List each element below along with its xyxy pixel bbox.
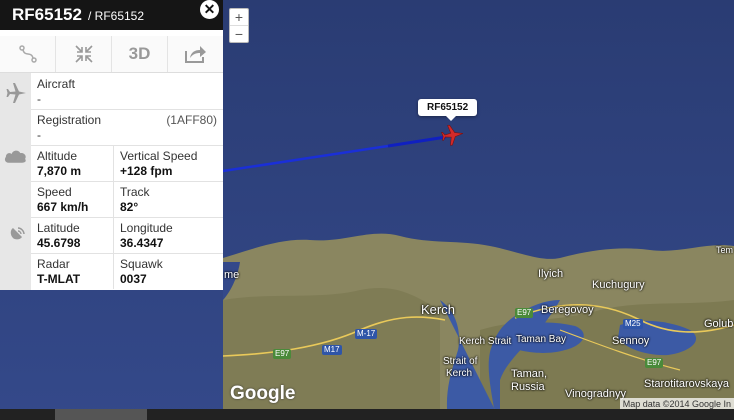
aircraft-value: - [37,92,41,106]
place-label-me: me [224,269,240,281]
squawk-label: Squawk [120,257,163,271]
route-button[interactable] [0,36,56,72]
flight-info-panel: RF65152 / RF65152 ✕ 3D Aircraft - Regist… [0,0,223,290]
speed-row: Speed 667 km/h Track 82° [31,181,223,218]
place-label-strait-of: Strait of [443,356,478,367]
vertical-speed-value: +128 fpm [120,164,173,178]
share-icon [184,46,206,63]
share-button[interactable] [168,36,223,72]
place-label-kerch-2: Kerch [446,368,473,379]
latitude-label: Latitude [37,221,80,235]
flight-callsign: RF65152 [12,5,82,24]
road-badge: E97 [273,349,292,359]
track-label: Track [120,185,150,199]
latitude-value: 45.6798 [37,236,81,250]
road-badge: M-17 [355,329,378,339]
speed-label: Speed [37,185,72,199]
speed-value: 667 km/h [37,200,89,214]
road-badge: M25 [623,319,643,329]
panel-sidebar [0,73,31,290]
radar-row: Radar T-MLAT Squawk 0037 [31,253,223,289]
view-3d-button[interactable]: 3D [112,36,168,72]
vertical-speed-label: Vertical Speed [120,149,198,163]
longitude-label: Longitude [120,221,173,235]
place-label-kerch: Kerch [421,302,455,317]
panel-header: RF65152 / RF65152 [0,0,223,30]
road-badge: E97 [645,358,664,368]
collapse-button[interactable] [56,36,112,72]
place-label-russia: Russia [511,381,545,393]
altitude-label: Altitude [37,149,78,163]
view-3d-label: 3D [128,44,151,63]
altitude-row: Altitude 7,870 m Vertical Speed +128 fpm [31,145,223,182]
panel-toolbar: 3D [0,36,223,73]
road-badge: E97 [515,308,534,318]
place-label-sennoy: Sennoy [612,335,650,347]
registration-code: (1AFF80) [166,113,217,127]
radar-label: Radar [37,257,70,271]
place-label-starotitarovskaya: Starotitarovskaya [644,378,729,390]
place-label-taman-bay: Taman Bay [516,334,567,345]
aircraft-row: Aircraft - [31,73,223,110]
aircraft-label: Aircraft [37,77,76,91]
position-row: Latitude 45.6798 Longitude 36.4347 [31,217,223,254]
road-badge: M17 [322,345,342,355]
place-label-tem: Tem [716,245,734,255]
place-label-ilyich: Ilyich [538,268,564,280]
google-logo: Google [230,383,296,404]
registration-row: Registration (1AFF80) - [31,109,223,146]
close-icon[interactable]: ✕ [200,0,219,19]
place-label-kuchugury: Kuchugury [592,279,645,291]
route-icon [18,45,37,63]
radar-dish-icon [3,223,28,248]
altitude-value: 7,870 m [37,164,82,178]
flight-subtitle: / RF65152 [88,9,145,23]
place-label-vinogradnyy: Vinogradnyy [565,388,626,400]
squawk-value: 0037 [120,272,147,286]
registration-label: Registration [37,113,102,127]
registration-value: - [37,128,41,142]
longitude-value: 36.4347 [120,236,164,250]
radar-value: T-MLAT [37,272,81,286]
bottom-bar [0,409,734,420]
zoom-in-button[interactable]: + [230,9,248,25]
place-label-golub: Golub [704,318,734,330]
place-label-taman: Taman, [511,368,548,380]
airplane-icon [3,80,28,105]
zoom-out-button[interactable]: − [230,25,248,42]
place-label-beregovoy: Beregovoy [541,304,594,316]
cloud-icon [3,143,28,168]
bottom-tab[interactable] [55,409,147,420]
collapse-icon [74,45,93,63]
track-value: 82° [120,200,139,214]
zoom-control: + − [229,8,249,43]
place-label-kerch-strait: Kerch Strait [459,336,512,347]
map-flight-label[interactable]: RF65152 [418,99,478,121]
